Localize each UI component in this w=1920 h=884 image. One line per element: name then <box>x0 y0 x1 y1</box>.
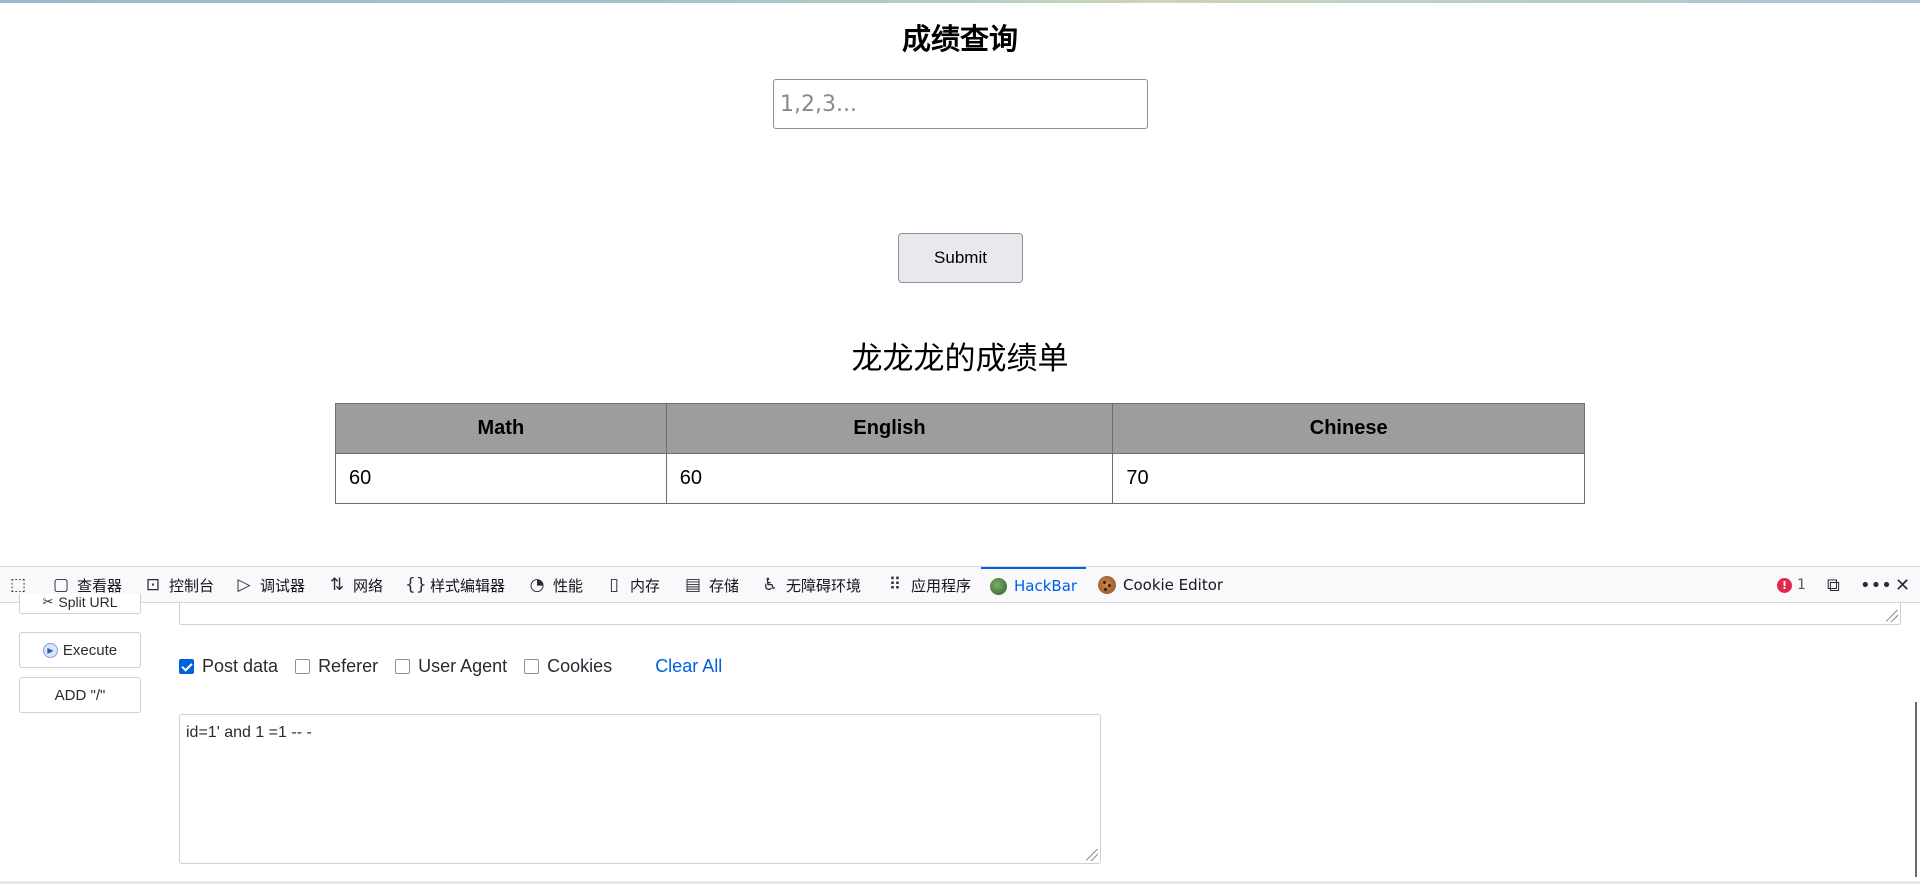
search-input[interactable] <box>773 79 1148 129</box>
add-slash-label: ADD "/" <box>54 686 106 704</box>
tab-label: 样式编辑器 <box>430 576 506 595</box>
network-icon: ⇅ <box>329 575 345 595</box>
user-agent-label: User Agent <box>418 655 508 676</box>
tab-memory[interactable]: ▯ 内存 <box>605 567 660 603</box>
option-referer[interactable]: Referer <box>295 656 378 677</box>
cookie-icon <box>1098 576 1116 594</box>
header-chinese: Chinese <box>1112 403 1585 454</box>
table-header-row: Math English Chinese <box>335 403 1585 454</box>
header-english: English <box>665 403 1114 454</box>
tab-label: 查看器 <box>77 576 123 595</box>
tab-accessibility[interactable]: ♿ 无障碍环境 <box>761 567 861 603</box>
clear-all-link[interactable]: Clear All <box>655 656 722 677</box>
cookies-label: Cookies <box>547 655 613 676</box>
debugger-icon: ▷ <box>237 575 251 595</box>
tab-label: 内存 <box>630 576 661 595</box>
scores-table: Math English Chinese 60 60 70 <box>335 403 1585 504</box>
execute-label: Execute <box>62 641 118 659</box>
tab-performance[interactable]: ◔ 性能 <box>528 567 583 603</box>
cookies-checkbox[interactable] <box>524 658 540 674</box>
option-user-agent[interactable]: User Agent <box>395 656 507 677</box>
page-title: 成绩查询 <box>901 22 1018 56</box>
report-title: 龙龙龙的成绩单 <box>851 341 1069 377</box>
resize-grip-icon[interactable] <box>1886 610 1898 622</box>
submit-button[interactable]: Submit <box>898 233 1023 283</box>
error-count: 1 <box>1797 577 1806 593</box>
tab-storage[interactable]: ▤ 存储 <box>684 567 739 603</box>
tab-label: 应用程序 <box>911 576 972 595</box>
tab-label: 无障碍环境 <box>786 576 862 595</box>
split-url-button[interactable]: ✂ Split URL <box>19 594 141 614</box>
pick-element-icon: ⬚ <box>9 575 27 595</box>
post-data-text: id=1' and 1 =1 -- - <box>186 724 312 741</box>
post-data-label: Post data <box>202 655 279 676</box>
close-icon[interactable]: ✕ <box>1895 567 1910 603</box>
storage-icon: ▤ <box>684 575 702 595</box>
post-data-textarea[interactable]: id=1' and 1 =1 -- - <box>179 714 1101 864</box>
post-data-checkbox[interactable] <box>179 658 194 674</box>
url-textarea[interactable] <box>179 603 1901 625</box>
cell-english: 60 <box>665 453 1114 504</box>
user-agent-checkbox[interactable] <box>395 658 411 674</box>
application-icon: ⠿ <box>888 575 902 595</box>
browser-top-accent <box>0 0 1920 3</box>
style-editor-icon: {} <box>405 575 427 595</box>
cell-chinese: 70 <box>1112 453 1585 504</box>
tab-cookie-editor[interactable]: Cookie Editor <box>1098 567 1223 603</box>
scrollbar[interactable] <box>1915 702 1917 877</box>
resize-grip-icon[interactable] <box>1086 849 1098 861</box>
tab-label: 性能 <box>553 576 584 595</box>
tab-application[interactable]: ⠿ 应用程序 <box>886 567 971 603</box>
performance-icon: ◔ <box>529 575 545 595</box>
more-options-icon[interactable]: ••• <box>1860 567 1892 603</box>
cell-math: 60 <box>335 453 667 504</box>
error-count-badge[interactable]: ! 1 <box>1777 567 1806 603</box>
memory-icon: ▯ <box>609 575 619 595</box>
error-icon: ! <box>1777 577 1792 593</box>
responsive-design-icon[interactable]: ⧉ <box>1827 567 1840 603</box>
tab-console[interactable]: ⊡ 控制台 <box>144 567 214 603</box>
tab-debugger[interactable]: ▷ 调试器 <box>235 567 305 603</box>
scissors-icon: ✂ <box>42 594 54 609</box>
tab-label: 调试器 <box>260 576 306 595</box>
option-cookies[interactable]: Cookies <box>524 656 612 677</box>
tab-label: 网络 <box>353 576 384 595</box>
accessibility-icon: ♿ <box>762 575 778 595</box>
tab-label: 控制台 <box>169 576 215 595</box>
referer-checkbox[interactable] <box>295 658 311 674</box>
console-icon: ⊡ <box>145 575 161 595</box>
option-post-data[interactable]: Post data <box>179 656 278 677</box>
tab-hackbar[interactable]: HackBar <box>981 567 1087 603</box>
tab-style-editor[interactable]: {} 样式编辑器 <box>405 567 505 603</box>
hackbar-options: Post data Referer User Agent Cookies Cle… <box>179 654 722 678</box>
referer-label: Referer <box>318 655 379 676</box>
play-icon: ▶ <box>42 642 58 658</box>
execute-button[interactable]: ▶ Execute <box>19 632 141 668</box>
hackbar-icon <box>990 577 1007 595</box>
split-url-label: Split URL <box>58 594 118 610</box>
header-math: Math <box>335 403 667 454</box>
tab-network[interactable]: ⇅ 网络 <box>328 567 383 603</box>
tab-label: Cookie Editor <box>1123 576 1224 594</box>
tab-label: HackBar <box>1014 577 1078 595</box>
devtools-toolbar: ⬚ ▢ 查看器 ⊡ 控制台 ▷ 调试器 ⇅ 网络 {} 样式编辑器 ◔ 性能 ▯… <box>0 566 1920 603</box>
tab-label: 存储 <box>709 576 740 595</box>
devtools-panel: ⬚ ▢ 查看器 ⊡ 控制台 ▷ 调试器 ⇅ 网络 {} 样式编辑器 ◔ 性能 ▯… <box>0 566 1920 884</box>
inspector-icon: ▢ <box>52 575 70 595</box>
add-slash-button[interactable]: ADD "/" <box>19 677 141 713</box>
table-row: 60 60 70 <box>335 453 1585 504</box>
